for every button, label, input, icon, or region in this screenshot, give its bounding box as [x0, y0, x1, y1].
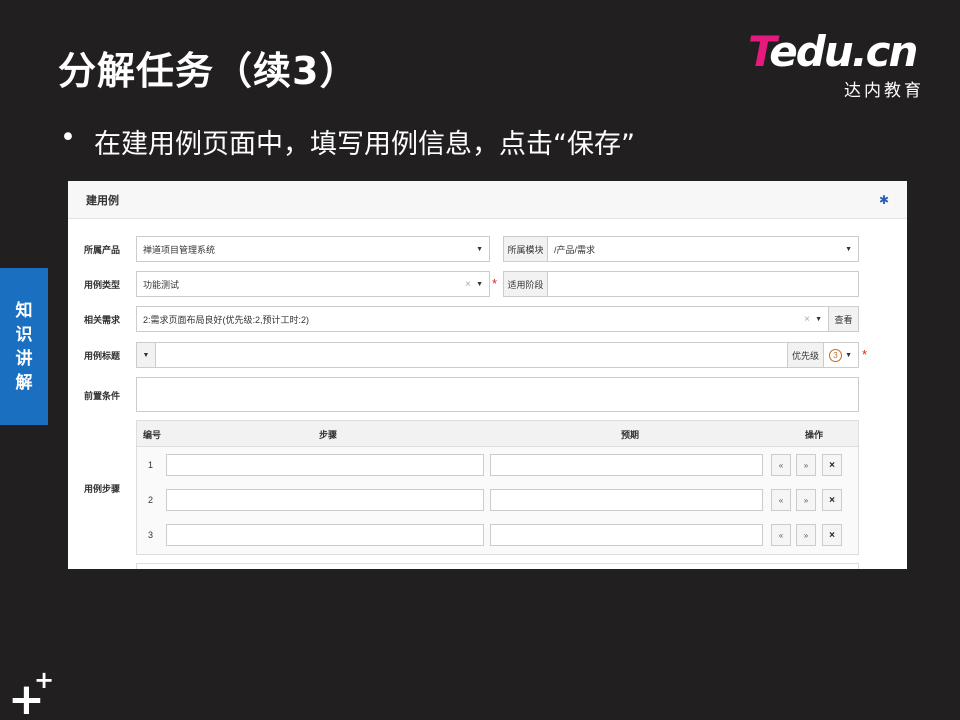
expect-input[interactable] — [490, 524, 763, 546]
view-story-button[interactable]: 查看 — [828, 306, 859, 332]
product-label: 所属产品 — [84, 245, 121, 255]
col-expect: 预期 — [621, 430, 640, 440]
side-tab-knowledge: 知 识 讲 解 — [0, 268, 48, 425]
product-select[interactable]: 禅道项目管理系统 ▼ — [136, 236, 490, 262]
side-tab-char: 识 — [15, 324, 33, 345]
product-value: 禅道项目管理系统 — [143, 244, 216, 255]
side-tab-char: 讲 — [15, 348, 33, 369]
bullet-text: 在建用例页面中，填写用例信息，点击“保存” — [94, 129, 635, 160]
next-section-box — [136, 563, 859, 569]
title-color-dropdown[interactable]: ▼ — [136, 342, 156, 368]
priority-label: 优先级 — [787, 342, 824, 368]
case-title-input[interactable] — [155, 342, 788, 368]
module-value: /产品/需求 — [554, 244, 596, 255]
move-down-icon[interactable]: » — [796, 489, 816, 511]
steps-label: 用例步骤 — [84, 484, 121, 494]
steps-header: 编号 步骤 预期 操作 — [137, 421, 858, 447]
stage-input[interactable] — [547, 271, 859, 297]
gear-icon[interactable]: ✱ — [879, 193, 889, 207]
precondition-label: 前置条件 — [84, 391, 121, 401]
chevron-down-icon: ▼ — [476, 245, 483, 253]
slide-title: 分解任务（续3） — [58, 49, 359, 93]
panel-header: 建用例 ✱ — [68, 181, 907, 219]
delete-step-icon[interactable]: × — [822, 489, 842, 511]
module-select[interactable]: /产品/需求 ▼ — [547, 236, 859, 262]
precondition-input[interactable] — [136, 377, 859, 412]
panel-title: 建用例 — [86, 194, 119, 207]
side-tab-char: 解 — [15, 372, 33, 393]
type-select[interactable]: 功能测试 × ▼ — [136, 271, 490, 297]
type-value: 功能测试 — [143, 279, 180, 290]
col-step: 步骤 — [319, 430, 338, 440]
chevron-down-icon: ▼ — [845, 245, 852, 253]
move-down-icon[interactable]: » — [796, 524, 816, 546]
tedu-logo: Tedu.cn 达内教育 — [748, 27, 924, 102]
step-number: 3 — [148, 530, 154, 540]
step-number: 1 — [148, 460, 154, 470]
stage-label: 适用阶段 — [503, 271, 548, 297]
case-title-label: 用例标题 — [84, 351, 121, 361]
expect-input[interactable] — [490, 489, 763, 511]
plus-small-decoration-icon: + — [34, 666, 55, 694]
story-select[interactable]: 2:需求页面布局良好(优先级:2,预计工时:2) × ▼ — [136, 306, 829, 332]
logo-subtitle: 达内教育 — [844, 81, 924, 101]
col-no: 编号 — [143, 430, 162, 440]
chevron-down-icon: ▼ — [845, 351, 852, 359]
expect-input[interactable] — [490, 454, 763, 476]
chevron-down-icon: ▼ — [815, 315, 822, 323]
create-case-panel: 建用例 ✱ 所属产品 禅道项目管理系统 ▼ 所属模块 /产品/需求 ▼ 用例类型… — [68, 181, 907, 569]
story-label: 相关需求 — [84, 315, 121, 325]
step-input[interactable] — [166, 454, 484, 476]
priority-select[interactable]: 3 ▼ — [823, 342, 859, 368]
bullet-dot-icon: • — [60, 122, 76, 153]
story-value: 2:需求页面布局良好(优先级:2,预计工时:2) — [143, 314, 310, 325]
step-input[interactable] — [166, 524, 484, 546]
clear-icon[interactable]: × — [804, 314, 810, 325]
step-number: 2 — [148, 495, 154, 505]
module-label: 所属模块 — [503, 236, 548, 262]
delete-step-icon[interactable]: × — [822, 454, 842, 476]
bullet-point: • 在建用例页面中，填写用例信息，点击“保存” — [60, 122, 635, 161]
chevron-down-icon: ▼ — [476, 280, 483, 288]
steps-table: 编号 步骤 预期 操作 1 « » × 2 « » × 3 « » × — [136, 420, 859, 555]
col-ops: 操作 — [805, 430, 824, 440]
clear-icon[interactable]: × — [465, 279, 471, 290]
move-up-icon[interactable]: « — [771, 489, 791, 511]
delete-step-icon[interactable]: × — [822, 524, 842, 546]
required-asterisk: * — [862, 347, 868, 362]
chevron-down-icon: ▼ — [142, 351, 150, 359]
priority-value: 3 — [829, 348, 842, 362]
move-up-icon[interactable]: « — [771, 454, 791, 476]
type-label: 用例类型 — [84, 280, 121, 290]
required-asterisk: * — [492, 276, 498, 291]
side-tab-char: 知 — [15, 300, 33, 321]
step-input[interactable] — [166, 489, 484, 511]
move-down-icon[interactable]: » — [796, 454, 816, 476]
move-up-icon[interactable]: « — [771, 524, 791, 546]
